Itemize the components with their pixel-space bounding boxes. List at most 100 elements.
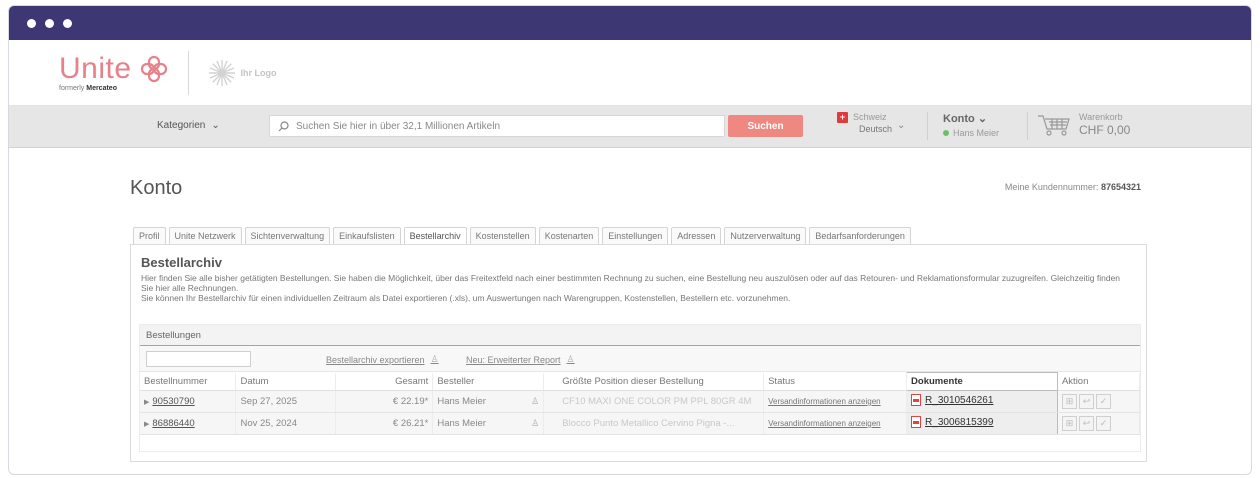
country-label: Schweiz — [853, 112, 887, 122]
reorder-icon[interactable]: ⊞ — [1061, 394, 1077, 409]
online-status-icon — [943, 130, 949, 136]
archive-description: Hier finden Sie alle bisher getätigten B… — [141, 273, 1131, 303]
customer-number: Meine Kundennummer: 87654321 — [1004, 182, 1141, 192]
invoice-pdf-link[interactable]: R_3010546261 — [911, 394, 993, 406]
column-header[interactable]: Bestellnummer — [140, 372, 237, 391]
table-header-row: Bestellnummer Datum Gesamt Besteller Grö… — [140, 372, 1141, 391]
nav-divider — [1027, 112, 1028, 140]
column-header[interactable]: Größte Position dieser Bestellung — [543, 372, 765, 391]
status-cell: Versandinformationen anzeigen — [763, 390, 908, 413]
search-icon — [278, 120, 289, 131]
report-link-label: Neu: Erweiterter Report — [466, 354, 561, 365]
unite-logo-icon — [140, 55, 167, 82]
window-titlebar — [9, 6, 1251, 40]
order-cell: ▶ 90530790 — [140, 390, 237, 413]
item-cell: CF10 MAXI ONE COLOR PM PPL 80GR 4M — [543, 390, 765, 413]
order-number-link[interactable]: 90530790 — [152, 396, 194, 407]
item-cell: Blocco Punto Metallico Cervino Pigna -..… — [543, 412, 765, 435]
pdf-icon — [911, 416, 922, 428]
tab-kostenarten[interactable]: Kostenarten — [538, 227, 600, 244]
shipping-info-link[interactable]: Versandinformationen anzeigen — [768, 397, 881, 406]
table-row[interactable]: ▶ 90530790 Sep 27, 2025 € 22.19* Hans Meier ♙… — [140, 390, 1141, 413]
column-header[interactable]: Dokumente — [906, 372, 1058, 391]
tab-bedarfsanforderungen[interactable]: Bedarfsanforderungen — [809, 227, 911, 244]
export-link-label: Bestellarchiv exportieren — [326, 354, 425, 365]
site-header: Unite formerly Mercateo Ihr Logo — [9, 40, 1251, 106]
column-header[interactable]: Status — [763, 372, 908, 391]
unite-logo[interactable]: Unite formerly Mercateo — [59, 51, 168, 92]
invoice-pdf-link[interactable]: R_3006815399 — [911, 416, 993, 428]
return-icon[interactable]: ↩ — [1078, 394, 1094, 409]
window-dot-icon[interactable] — [63, 18, 72, 28]
invoice-label: R_3010546261 — [925, 394, 994, 406]
column-header[interactable]: Besteller — [432, 372, 545, 391]
tab-bestellarchiv[interactable]: Bestellarchiv — [403, 227, 467, 244]
shopping-cart-icon — [1038, 114, 1070, 136]
tab-profil[interactable]: Profil — [133, 227, 166, 244]
buyer-cell: Hans Meier ♙ — [432, 412, 545, 435]
person-icon: ♙ — [430, 354, 439, 364]
tab-einkaufslisten[interactable]: Einkaufslisten — [333, 227, 401, 244]
extended-report-link[interactable]: Neu: Erweiterter Report ♙ — [466, 354, 575, 365]
logo-wordmark: Unite — [59, 51, 132, 85]
column-header[interactable]: Datum — [235, 372, 337, 391]
return-icon[interactable]: ↩ — [1078, 416, 1094, 431]
nav-divider — [927, 112, 928, 140]
account-user: Hans Meier — [953, 128, 1000, 138]
cart-label: Warenkorb — [1079, 112, 1123, 122]
search-button[interactable]: Suchen — [728, 115, 803, 137]
country-language-selector[interactable]: + Schweiz Deutsch ⌄ — [837, 112, 905, 134]
tab-einstellungen[interactable]: Einstellungen — [602, 227, 669, 244]
window-dot-icon[interactable] — [45, 18, 54, 28]
orders-table: Bestellnummer Datum Gesamt Besteller Grö… — [140, 372, 1141, 435]
status-cell: Versandinformationen anzeigen — [763, 412, 908, 435]
language-label: Deutsch — [859, 124, 893, 134]
orders-section-title: Bestellungen — [140, 325, 1140, 346]
checkmark-icon[interactable]: ✓ — [1095, 416, 1111, 431]
expand-triangle-icon[interactable]: ▶ — [144, 399, 149, 406]
description-text: Sie können Ihr Bestellarchiv für einen i… — [141, 293, 791, 303]
column-header[interactable]: Gesamt — [335, 372, 434, 391]
person-icon: ♙ — [531, 396, 540, 406]
action-cell: ⊞ ↩ ✓ — [1057, 412, 1141, 435]
account-tabs: Profil Unite Netzwerk Sichtenverwaltung Ein… — [133, 227, 911, 244]
partner-logo-text: Ihr Logo — [240, 67, 277, 78]
invoice-label: R_3006815399 — [925, 416, 994, 428]
shipping-info-link[interactable]: Versandinformationen anzeigen — [768, 419, 881, 428]
documents-cell: R_3006815399 — [906, 412, 1058, 435]
expand-triangle-icon[interactable]: ▶ — [144, 421, 149, 428]
tab-nutzerverwaltung[interactable]: Nutzerverwaltung — [724, 227, 807, 244]
cart-total: CHF 0,00 — [1079, 123, 1131, 137]
order-filter-input[interactable] — [146, 351, 251, 367]
export-archive-link[interactable]: Bestellarchiv exportieren ♙ — [326, 354, 439, 365]
table-row[interactable]: ▶ 86886440 Nov 25, 2024 € 26.21* Hans Meier ♙… — [140, 412, 1141, 435]
buyer-name: Hans Meier — [437, 396, 486, 407]
browser-window: Unite formerly Mercateo Ihr Logo Kategor… — [8, 5, 1252, 475]
logo-formerly: formerly Mercateo — [59, 84, 117, 92]
account-label: Konto — [943, 113, 975, 125]
main-navbar: Kategorien ⌄ Suchen Sie hier in über 32,… — [9, 106, 1251, 148]
reorder-icon[interactable]: ⊞ — [1061, 416, 1077, 431]
checkmark-icon[interactable]: ✓ — [1095, 394, 1111, 409]
cart-button[interactable]: Warenkorb CHF 0,00 — [1037, 112, 1130, 137]
swiss-flag-icon: + — [837, 112, 848, 123]
tab-kostenstellen[interactable]: Kostenstellen — [469, 227, 536, 244]
tab-unite-netzwerk[interactable]: Unite Netzwerk — [168, 227, 242, 244]
person-icon: ♙ — [566, 354, 575, 364]
account-menu[interactable]: Konto ⌄ Hans Meier — [943, 112, 999, 138]
categories-menu[interactable]: Kategorien ⌄ — [157, 120, 220, 131]
search-input[interactable]: Suchen Sie hier in über 32,1 Millionen A… — [269, 115, 725, 137]
window-dot-icon[interactable] — [27, 18, 36, 28]
page-title: Konto — [130, 177, 183, 199]
description-text: Hier finden Sie alle bisher getätigten B… — [141, 273, 1121, 293]
tab-adressen[interactable]: Adressen — [671, 227, 722, 244]
categories-label: Kategorien — [157, 120, 206, 131]
chevron-down-icon: ⌄ — [897, 120, 906, 131]
sunburst-logo-icon — [208, 59, 235, 86]
total-cell: € 22.19* — [335, 390, 434, 413]
order-number-link[interactable]: 86886440 — [152, 418, 194, 429]
order-archive-panel: Bestellarchiv Hier finden Sie alle bishe… — [130, 244, 1147, 462]
tab-sichtenverwaltung[interactable]: Sichtenverwaltung — [244, 227, 331, 244]
person-icon: ♙ — [531, 418, 540, 428]
chevron-down-icon: ⌄ — [211, 120, 220, 131]
